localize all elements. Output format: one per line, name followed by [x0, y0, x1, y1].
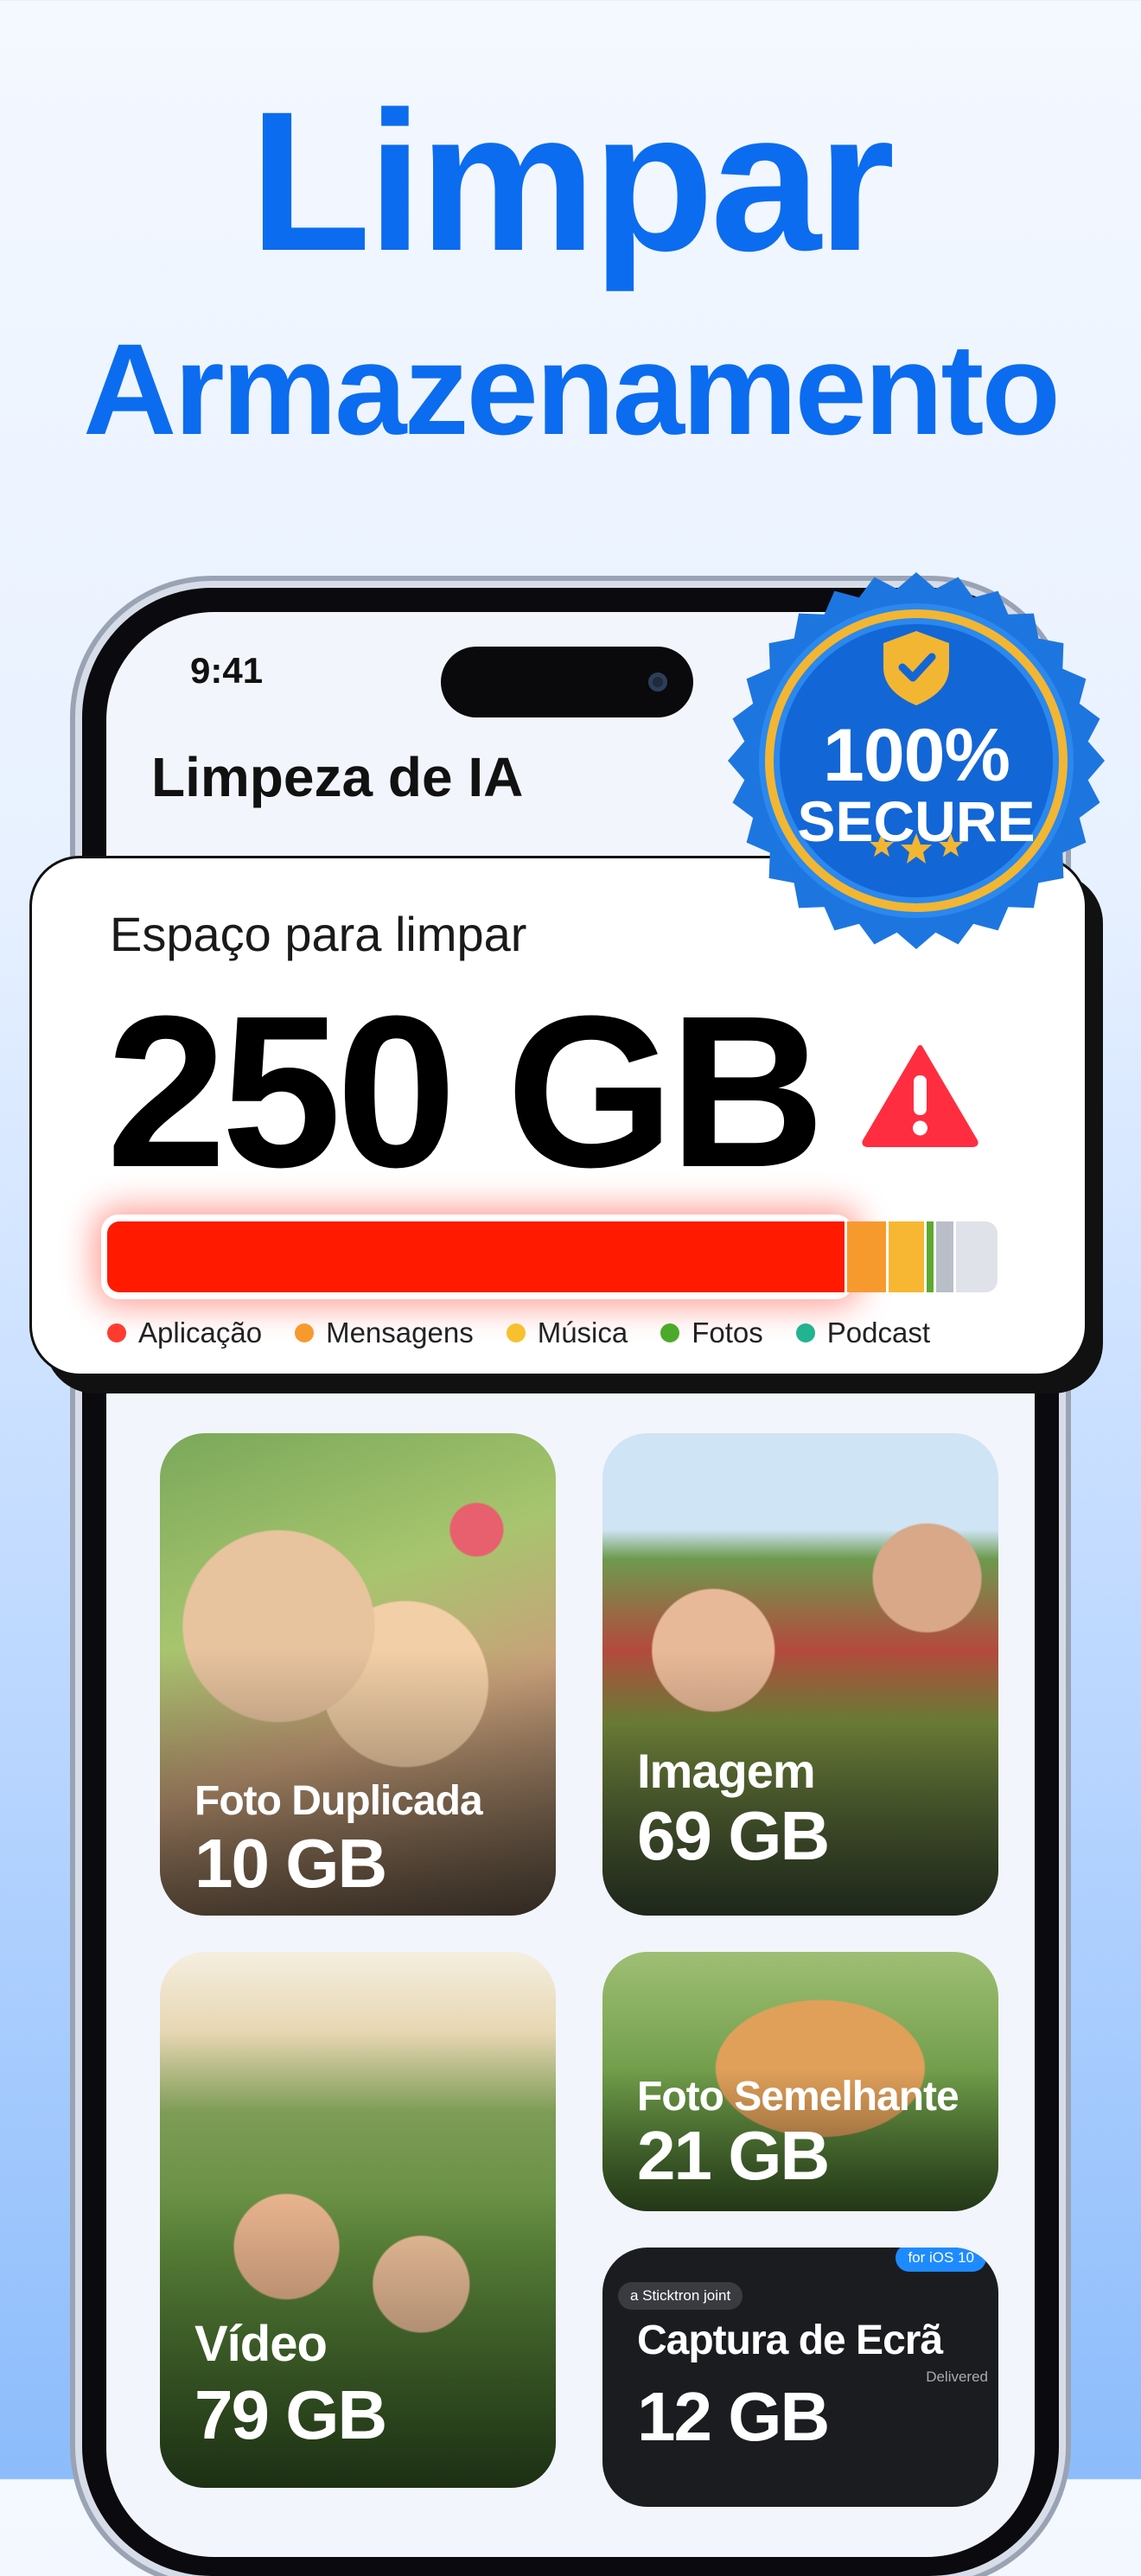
legend-dot	[795, 1323, 815, 1342]
legend-item: Música	[506, 1317, 628, 1349]
status-time: 9:41	[190, 650, 264, 691]
badge-label: SECURE	[797, 789, 1036, 853]
tile-size: 10 GB	[194, 1825, 387, 1902]
tile-image[interactable]: Imagem 69 GB	[602, 1433, 998, 1916]
storage-bar-segment	[953, 1221, 998, 1292]
storage-bar-segment	[844, 1221, 887, 1292]
tile-label: Foto Semelhante	[637, 2074, 959, 2120]
warning-icon	[862, 1045, 978, 1147]
storage-bar-segment	[934, 1221, 954, 1292]
tile-size: 12 GB	[637, 2378, 830, 2455]
legend-dot	[660, 1323, 680, 1342]
legend-dot	[506, 1323, 526, 1342]
tile-size: 21 GB	[637, 2117, 830, 2194]
legend-label: Aplicação	[138, 1317, 263, 1349]
legend-label: Podcast	[826, 1317, 931, 1349]
storage-bar-segment	[886, 1221, 924, 1292]
legend-label: Mensagens	[326, 1317, 474, 1349]
tile-label: Vídeo	[194, 2316, 328, 2372]
space-label: Espaço para limpar	[110, 907, 527, 961]
legend-item: Aplicação	[107, 1317, 262, 1349]
tile-screenshot[interactable]: for iOS 10 a Sticktron joint Delivered C…	[602, 2248, 998, 2507]
tile-similar-photo[interactable]: Foto Semelhante 21 GB	[602, 1952, 998, 2211]
tile-size: 69 GB	[637, 1797, 830, 1874]
camera-icon	[648, 673, 667, 692]
headline-subtitle: Armazenamento	[83, 316, 1061, 462]
legend-item: Mensagens	[295, 1317, 474, 1349]
tile-video[interactable]: Vídeo 79 GB	[160, 1952, 556, 2488]
legend-label: Música	[537, 1317, 628, 1349]
legend-item: Fotos	[660, 1317, 763, 1349]
storage-bar-segment	[107, 1221, 845, 1292]
chip-sticktron: a Sticktron joint	[618, 2282, 743, 2310]
headline-title: Limpar	[249, 70, 896, 292]
app-title: Limpeza de IA	[151, 746, 524, 808]
tile-label: Imagem	[637, 1744, 816, 1798]
tile-size: 79 GB	[194, 2376, 387, 2453]
chip-ios: for iOS 10	[896, 2248, 986, 2272]
legend-item: Podcast	[795, 1317, 931, 1349]
legend-dot	[107, 1323, 126, 1342]
legend-label: Fotos	[692, 1317, 763, 1349]
legend-dot	[295, 1323, 315, 1342]
badge-percent: 100%	[823, 714, 1010, 797]
storage-bar-segment	[923, 1221, 934, 1292]
tile-label: Foto Duplicada	[194, 1778, 483, 1824]
space-value: 250 GB	[106, 971, 825, 1212]
chip-delivered: Delivered	[926, 2369, 988, 2385]
tile-label: Captura de Ecrã	[637, 2318, 943, 2363]
storage-bar	[107, 1221, 998, 1292]
tile-duplicate-photo[interactable]: Foto Duplicada 10 GB	[160, 1433, 556, 1916]
storage-legend: Aplicação Mensagens Música Fotos Podcast	[107, 1317, 930, 1349]
dynamic-island	[441, 647, 693, 717]
